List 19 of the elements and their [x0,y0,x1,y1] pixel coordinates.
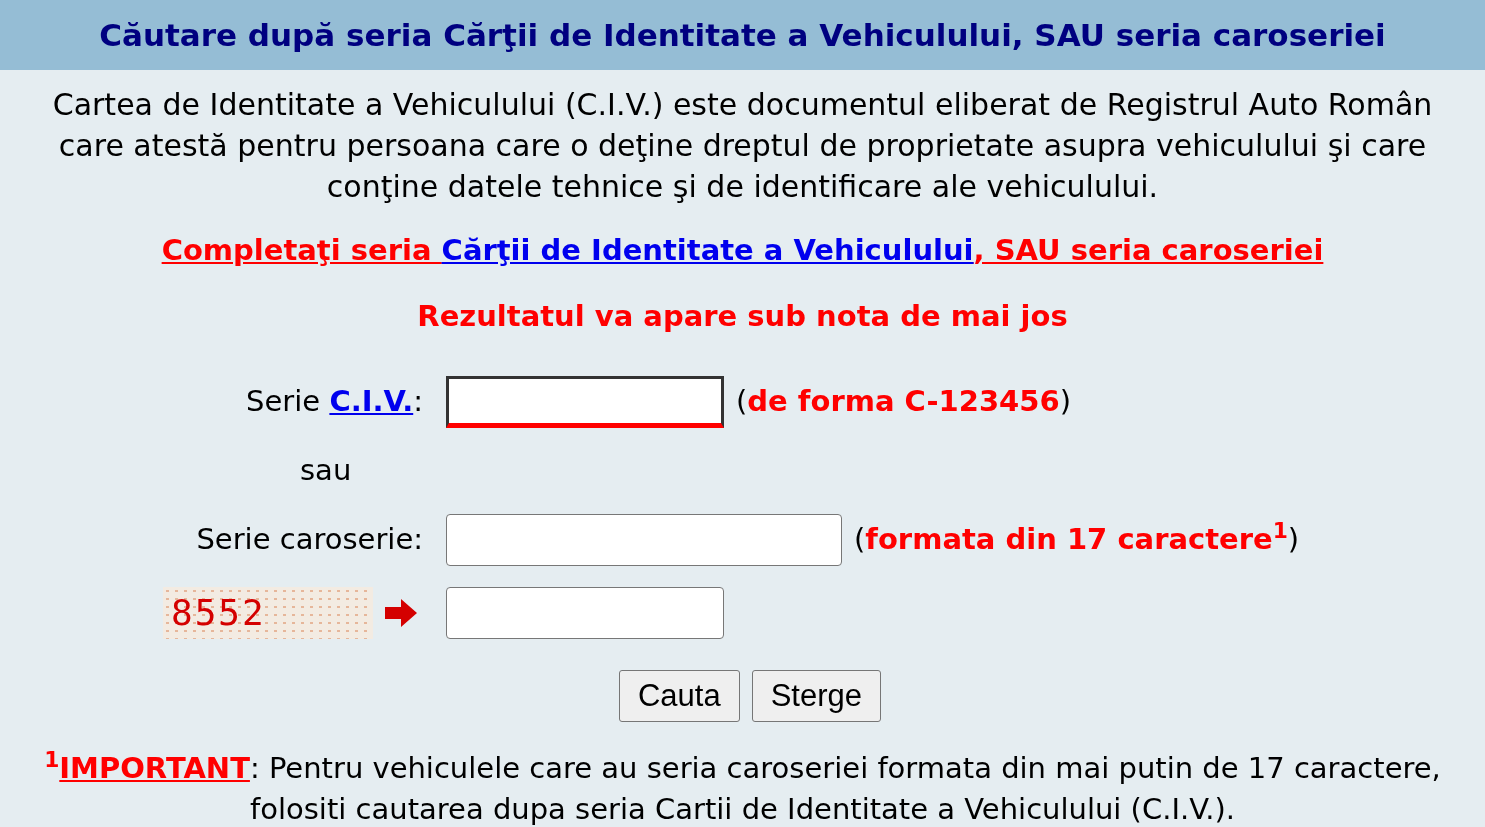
separator-text: sau [300,452,352,490]
notice-text: Rezultatul va apare sub nota de mai jos [416,297,1069,335]
field-label: Serie caroserie: [196,521,423,559]
footnote-text: $^{1}$IMPORTANT: Pentru vehiculele care au seria caroseriei formata din mai putin de 17 caractere, folositi cautarea dupa seria Cartii de Identitate a Vehiculului (C.I.V.). [43,748,1442,827]
field-label: Serie C.I.V.: [246,383,423,421]
field-hint: (formata din 17 caractere$^{1}$) [854,518,1300,559]
captcha-field[interactable] [446,587,724,639]
civ-link[interactable]: Cărţii de Identitate a Vehiculului [441,233,974,267]
field-hint: (de forma C-123456) [736,383,1071,421]
page-title: Căutare după seria Cărţii de Identitate a Vehiculului, SAU seria caroseriei [99,15,1386,55]
text-field[interactable] [446,514,842,566]
text-field[interactable] [446,376,724,428]
search-button[interactable]: Cauta [618,670,740,722]
captcha-code: 8552 [171,591,266,635]
civ-link[interactable]: C.I.V. [329,384,414,419]
arrow-icon [385,599,417,627]
description-text: Cartea de Identitate a Vehiculului (C.I.V.) este documentul eliberat de Registrul Auto Român care atestă pentru persoana care o deţine dreptul de proprietate asupra vehiculului şi care conţine datele tehnice şi de identificare ale vehiculului. [51,86,1434,206]
instruction-text: Completaţi seria Cărţii de Identitate a Vehiculului, SAU seria caroseriei [160,232,1325,269]
clear-button[interactable]: Sterge [751,670,882,722]
